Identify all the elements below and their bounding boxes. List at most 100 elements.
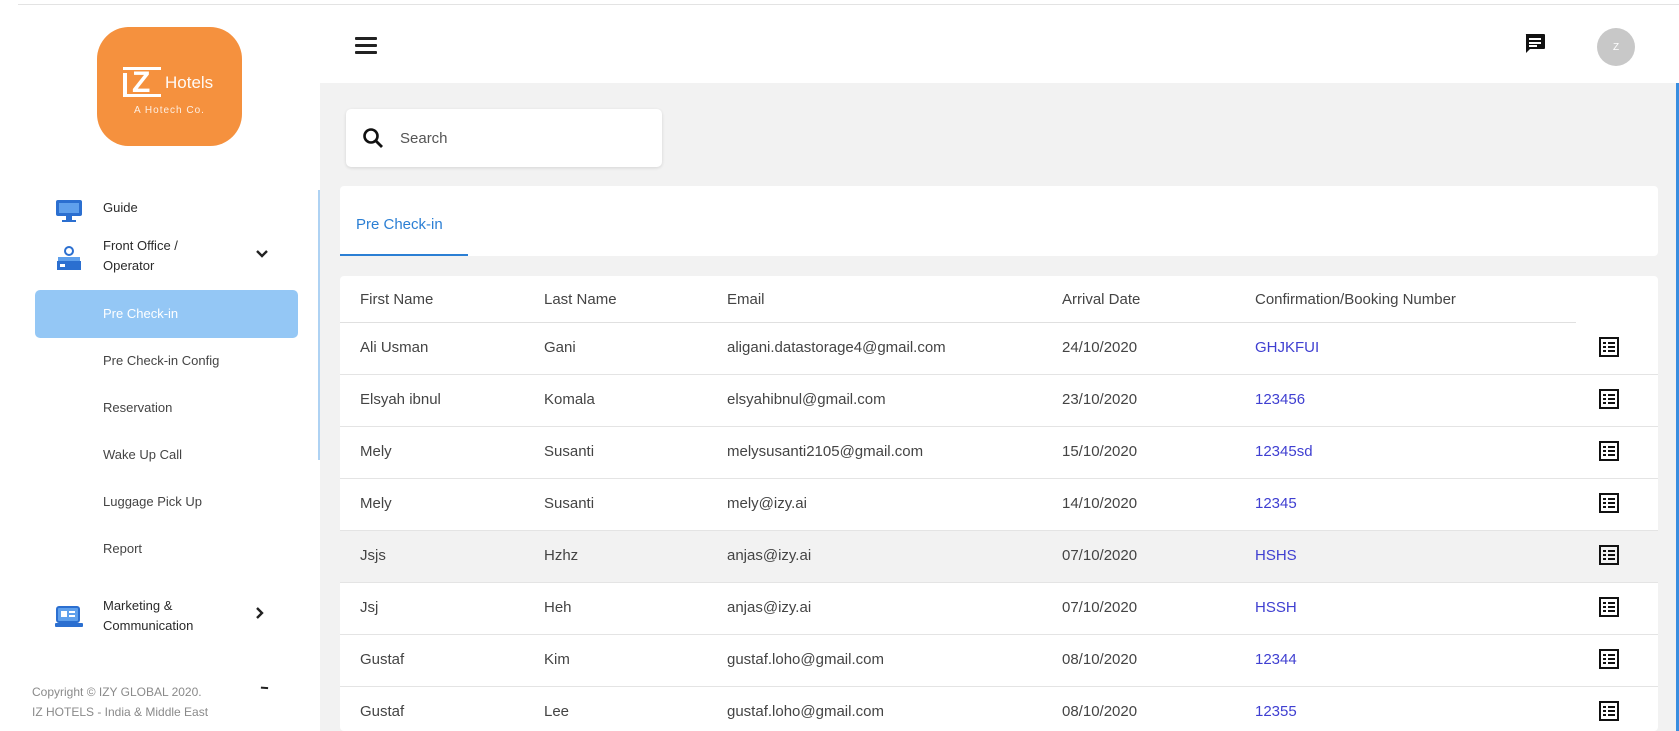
cell-confirmation-number[interactable]: 12355 bbox=[1255, 703, 1297, 720]
cell-last-name: Kim bbox=[544, 651, 570, 668]
cell-last-name: Susanti bbox=[544, 495, 595, 512]
cell-confirmation-number[interactable]: HSSH bbox=[1255, 599, 1297, 616]
cell-last-name: Susanti bbox=[544, 443, 595, 460]
cell-arrival-date: 23/10/2020 bbox=[1062, 391, 1138, 408]
cell-email: melysusanti2105@gmail.com bbox=[727, 443, 924, 460]
cell-email: gustaf.loho@gmail.com bbox=[727, 651, 884, 668]
top-header: Z bbox=[320, 5, 1679, 83]
cell-first-name: Jsjs bbox=[360, 547, 386, 564]
cell-first-name: Gustaf bbox=[360, 703, 405, 720]
sidebar-item-label: Guide bbox=[103, 200, 138, 215]
column-header-arrival-date[interactable]: Arrival Date bbox=[1062, 291, 1140, 308]
hamburger-icon[interactable] bbox=[355, 37, 377, 54]
cell-confirmation-number[interactable]: GHJKFUI bbox=[1255, 339, 1319, 356]
sidebar-subitem-wake-up-call[interactable]: Wake Up Call bbox=[103, 447, 182, 462]
logo-word: Hotels bbox=[165, 73, 214, 92]
table-row[interactable]: Gustaf Kim gustaf.loho@gmail.com 08/10/2020… bbox=[340, 635, 1658, 687]
table-row[interactable]: Mely Susanti melysusanti2105@gmail.com 15/1… bbox=[340, 427, 1658, 479]
cell-first-name: Ali Usman bbox=[360, 339, 429, 356]
details-list-icon[interactable] bbox=[1598, 388, 1620, 410]
pre-check-in-table: First Name Last Name Email Arrival Date … bbox=[340, 276, 1658, 731]
cell-last-name: Gani bbox=[544, 339, 576, 356]
cell-email: anjas@izy.ai bbox=[727, 547, 812, 564]
cell-arrival-date: 15/10/2020 bbox=[1062, 443, 1138, 460]
copyright-line1: Copyright © IZY GLOBAL 2020. bbox=[32, 685, 202, 699]
details-list-icon[interactable] bbox=[1598, 700, 1620, 722]
sidebar-subitem-report[interactable]: Report bbox=[103, 541, 142, 556]
copyright-line2: IZ HOTELS - India & Middle East bbox=[32, 705, 209, 719]
cell-email: gustaf.loho@gmail.com bbox=[727, 703, 884, 720]
table-row[interactable]: Ali Usman Gani aligani.datastorage4@gmail.… bbox=[340, 323, 1658, 375]
sidebar-item-front-office[interactable]: Front Office / Operator bbox=[0, 236, 320, 280]
cell-first-name: Elsyah ibnul bbox=[360, 391, 441, 408]
table-row[interactable]: Gustaf Lee gustaf.loho@gmail.com 08/10/2020… bbox=[340, 687, 1658, 731]
details-list-icon[interactable] bbox=[1598, 440, 1620, 462]
cell-arrival-date: 07/10/2020 bbox=[1062, 547, 1138, 564]
sidebar-item-label-line1: Marketing & bbox=[103, 598, 173, 613]
cell-last-name: Heh bbox=[544, 599, 572, 616]
logo-letter: Z bbox=[132, 66, 151, 99]
cell-first-name: Gustaf bbox=[360, 651, 405, 668]
tab-label: Pre Check-in bbox=[356, 216, 443, 233]
chevron-right-icon[interactable] bbox=[255, 606, 265, 625]
cell-first-name: Jsj bbox=[360, 599, 379, 616]
cell-first-name: Mely bbox=[360, 443, 392, 460]
details-list-icon[interactable] bbox=[1598, 648, 1620, 670]
cell-email: mely@izy.ai bbox=[727, 495, 807, 512]
sidebar-subitem-pre-check-in-config[interactable]: Pre Check-in Config bbox=[103, 353, 219, 368]
details-list-icon[interactable] bbox=[1598, 544, 1620, 566]
table-header: First Name Last Name Email Arrival Date … bbox=[340, 276, 1576, 323]
cell-last-name: Komala bbox=[544, 391, 595, 408]
tab-pre-check-in[interactable]: Pre Check-in bbox=[340, 186, 468, 256]
sidebar-item-marketing[interactable]: Marketing & Communication bbox=[0, 596, 320, 640]
details-list-icon[interactable] bbox=[1598, 596, 1620, 618]
cell-confirmation-number[interactable]: 12345sd bbox=[1255, 443, 1313, 460]
cell-arrival-date: 07/10/2020 bbox=[1062, 599, 1138, 616]
cell-email: anjas@izy.ai bbox=[727, 599, 812, 616]
column-header-email[interactable]: Email bbox=[727, 291, 765, 308]
cell-confirmation-number[interactable]: HSHS bbox=[1255, 547, 1297, 564]
cell-last-name: Lee bbox=[544, 703, 570, 720]
cell-arrival-date: 14/10/2020 bbox=[1062, 495, 1138, 512]
sidebar-item-label-line2: Operator bbox=[103, 258, 155, 273]
monitor-icon bbox=[55, 198, 83, 227]
brand-logo[interactable]: Z Hotels A Hotech Co. bbox=[97, 27, 242, 146]
cell-confirmation-number[interactable]: 123456 bbox=[1255, 391, 1305, 408]
chevron-down-icon[interactable] bbox=[255, 246, 269, 264]
table-row[interactable]: Elsyah ibnul Komala elsyahibnul@gmail.com 2… bbox=[340, 375, 1658, 427]
sidebar-item-label-line2: Communication bbox=[103, 618, 194, 633]
marketing-icon bbox=[55, 604, 83, 633]
column-header-last-name[interactable]: Last Name bbox=[544, 291, 617, 308]
cell-arrival-date: 08/10/2020 bbox=[1062, 703, 1138, 720]
sidebar-subitem-luggage-pick-up[interactable]: Luggage Pick Up bbox=[103, 494, 202, 509]
table-row[interactable]: Jsjs Hzhz anjas@izy.ai 07/10/2020 HSHS bbox=[340, 531, 1658, 583]
sidebar-subitem-reservation[interactable]: Reservation bbox=[103, 400, 172, 415]
sidebar-item-guide[interactable]: Guide bbox=[0, 196, 320, 226]
table-row[interactable]: Jsj Heh anjas@izy.ai 07/10/2020 HSSH bbox=[340, 583, 1658, 635]
cell-confirmation-number[interactable]: 12345 bbox=[1255, 495, 1297, 512]
avatar[interactable]: Z bbox=[1597, 28, 1635, 66]
logo-mark: Z bbox=[123, 66, 161, 99]
cell-last-name: Hzhz bbox=[544, 547, 579, 564]
column-header-confirmation-number[interactable]: Confirmation/Booking Number bbox=[1255, 291, 1456, 308]
copyright: Copyright © IZY GLOBAL 2020. IZ HOTELS -… bbox=[32, 682, 208, 722]
content-edge-shadow bbox=[318, 190, 320, 460]
sidebar-subitem-pre-check-in[interactable]: Pre Check-in bbox=[103, 306, 178, 321]
details-list-icon[interactable] bbox=[1598, 336, 1620, 358]
cell-arrival-date: 24/10/2020 bbox=[1062, 339, 1138, 356]
details-list-icon[interactable] bbox=[1598, 492, 1620, 514]
cell-first-name: Mely bbox=[360, 495, 392, 512]
cell-confirmation-number[interactable]: 12344 bbox=[1255, 651, 1297, 668]
table-row[interactable]: Mely Susanti mely@izy.ai 14/10/2020 12345 bbox=[340, 479, 1658, 531]
front-desk-icon bbox=[55, 244, 83, 275]
cell-arrival-date: 08/10/2020 bbox=[1062, 651, 1138, 668]
logo-tagline: A Hotech Co. bbox=[134, 105, 205, 116]
tab-active-indicator bbox=[340, 254, 468, 256]
search-box[interactable] bbox=[346, 109, 662, 167]
sidebar-item-label-line1: Front Office / bbox=[103, 238, 178, 253]
column-header-first-name[interactable]: First Name bbox=[360, 291, 433, 308]
tab-bar: Pre Check-in bbox=[340, 186, 1658, 256]
search-input[interactable] bbox=[400, 127, 640, 149]
chat-icon[interactable] bbox=[1523, 32, 1547, 56]
cell-email: elsyahibnul@gmail.com bbox=[727, 391, 886, 408]
